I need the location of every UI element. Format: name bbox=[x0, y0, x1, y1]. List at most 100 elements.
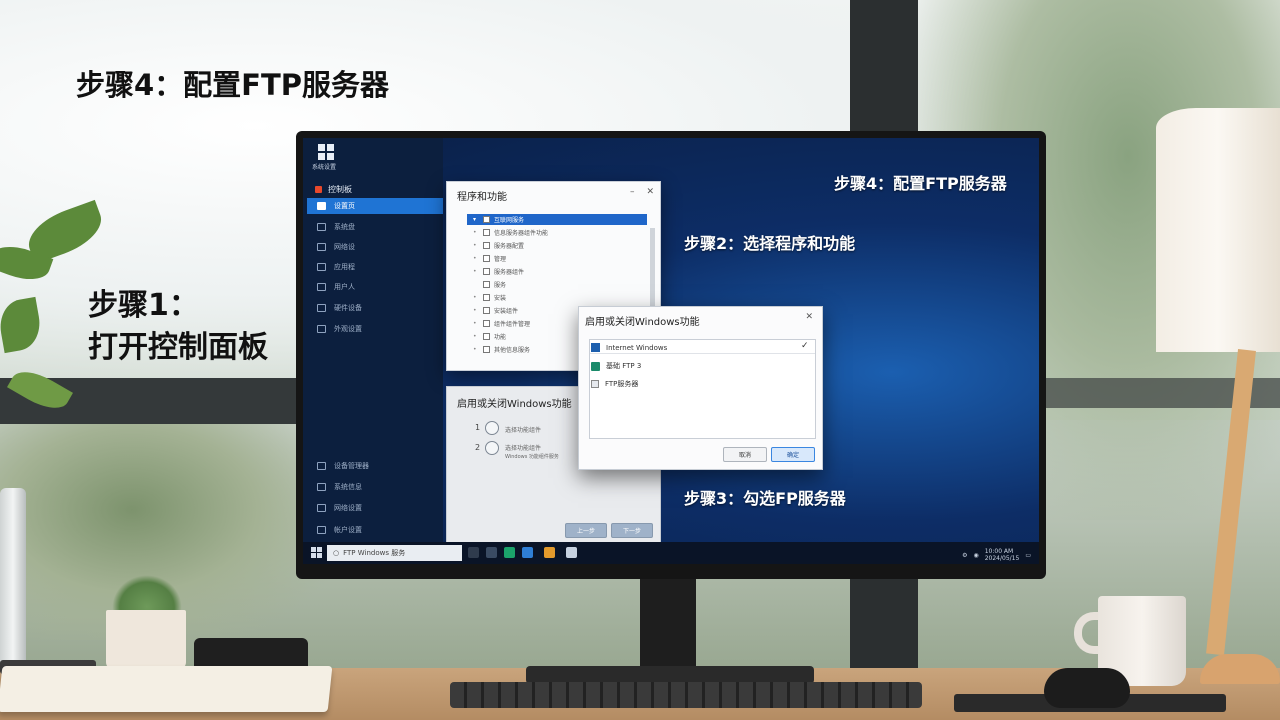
checkbox[interactable] bbox=[483, 333, 490, 340]
dialog-title: 程序和功能 bbox=[457, 192, 507, 203]
sidebar-item-network-settings[interactable]: 网络设置 bbox=[307, 500, 443, 516]
account-icon bbox=[317, 526, 326, 534]
checkbox[interactable] bbox=[483, 307, 490, 314]
tree-row[interactable]: ▾ 互联网服务 bbox=[473, 214, 524, 225]
tree-row[interactable]: • 管理 bbox=[473, 253, 506, 264]
tree-row-label: 其他信息服务 bbox=[494, 347, 531, 354]
tree-row[interactable]: • 信息服务器组件功能 bbox=[473, 227, 548, 238]
user-icon bbox=[317, 283, 326, 291]
lamp-shade bbox=[1156, 108, 1280, 352]
taskbar: ○ FTP Windows 服务 ⚙ ◉ 10:00 AM 2024/05/15… bbox=[303, 542, 1039, 564]
tree-row[interactable]: • 组件组件管理 bbox=[473, 318, 530, 329]
checkbox[interactable] bbox=[483, 346, 490, 353]
checkbox[interactable] bbox=[483, 216, 490, 223]
sidebar-header[interactable]: 控制板 bbox=[315, 184, 352, 195]
feature-label: FTP服务器 bbox=[605, 380, 639, 388]
screen-step4-label: 步骤4：配置FTP服务器 bbox=[834, 174, 1007, 193]
step1-heading-line2: 打开控制面板 bbox=[88, 330, 268, 365]
clock[interactable]: 10:00 AM 2024/05/15 bbox=[985, 548, 1020, 562]
windows-logo-icon bbox=[318, 144, 334, 160]
mouse bbox=[1044, 668, 1130, 708]
store-icon[interactable] bbox=[522, 547, 533, 558]
checkbox[interactable] bbox=[483, 255, 490, 262]
feature-row-ftp-base[interactable]: 基础 FTP 3 bbox=[591, 361, 641, 371]
step-radio[interactable] bbox=[485, 441, 499, 455]
checkbox[interactable] bbox=[483, 268, 490, 275]
network-icon bbox=[317, 243, 326, 251]
checkbox[interactable] bbox=[483, 281, 490, 288]
sidebar-item-system-info[interactable]: 系统信息 bbox=[307, 479, 443, 495]
task-view-icon[interactable] bbox=[468, 547, 479, 558]
sidebar-item-system[interactable]: 系统盘 bbox=[307, 219, 443, 235]
sidebar-item-user[interactable]: 用户人 bbox=[307, 279, 443, 295]
step-number: 2 bbox=[475, 443, 481, 452]
system-tray: ⚙ ◉ 10:00 AM 2024/05/15 ▭ bbox=[962, 548, 1031, 562]
close-icon[interactable]: ✕ bbox=[646, 187, 654, 197]
sidebar-item-label: 硬件设备 bbox=[334, 304, 362, 312]
checkbox[interactable] bbox=[483, 320, 490, 327]
feature-row-ftp-server[interactable]: FTP服务器 bbox=[591, 379, 638, 389]
sidebar-item-appearance[interactable]: 外观设置 bbox=[307, 321, 443, 337]
app-icon[interactable] bbox=[566, 547, 577, 558]
ftp-server-checkbox[interactable] bbox=[591, 380, 599, 388]
search-icon: ○ bbox=[333, 549, 340, 557]
sidebar-item-hardware[interactable]: 硬件设备 bbox=[307, 300, 443, 316]
tree-row[interactable]: • 服务器组件 bbox=[473, 266, 524, 277]
system-icon bbox=[317, 223, 326, 231]
feature-row-internet[interactable]: Internet Windows bbox=[591, 343, 667, 352]
step-radio[interactable] bbox=[485, 421, 499, 435]
sidebar-item-account[interactable]: 帐户设置 bbox=[307, 522, 443, 538]
dialog-title: 启用或关闭Windows功能 bbox=[585, 317, 700, 328]
sidebar-item-label: 外观设置 bbox=[334, 325, 362, 333]
tree-row[interactable]: • 安装 bbox=[473, 292, 506, 303]
next-button[interactable]: 下一步 bbox=[611, 523, 653, 538]
windows-wallpaper-logo bbox=[953, 400, 1039, 564]
open-book bbox=[0, 666, 333, 712]
sidebar-item-device-manager[interactable]: 设备管理器 bbox=[307, 458, 443, 474]
sidebar-item-label: 帐户设置 bbox=[334, 526, 362, 534]
ok-button[interactable]: 确定 bbox=[771, 447, 815, 462]
chevron-down-icon[interactable]: ✓ bbox=[801, 341, 809, 351]
home-icon bbox=[317, 202, 326, 210]
minimize-icon[interactable]: – bbox=[630, 187, 635, 197]
notification-icon[interactable]: ▭ bbox=[1025, 552, 1031, 559]
checkbox[interactable] bbox=[483, 294, 490, 301]
control-panel-sidebar: 系统设置 控制板 设置页 系统盘 网络设 应用程 用户人 硬件设备 外观设置 设… bbox=[303, 138, 443, 542]
taskbar-search[interactable]: ○ FTP Windows 服务 bbox=[327, 545, 462, 561]
tree-row-label: 安装 bbox=[494, 295, 507, 302]
close-icon[interactable]: ✕ bbox=[805, 312, 813, 322]
edge-icon[interactable] bbox=[504, 547, 515, 558]
internet-icon bbox=[591, 343, 600, 352]
tree-row[interactable]: • 功能 bbox=[473, 331, 506, 342]
tree-row[interactable]: • 其他信息服务 bbox=[473, 344, 530, 355]
sidebar-item-settings[interactable]: 设置页 bbox=[307, 198, 443, 214]
search-text: FTP Windows 服务 bbox=[343, 549, 406, 557]
vase bbox=[0, 488, 26, 663]
wifi-icon bbox=[317, 504, 326, 512]
step-label: 选择功能组件 bbox=[505, 427, 542, 434]
tree-row[interactable]: • 服务器配置 bbox=[473, 240, 524, 251]
step-sublabel: Windows 功能组件服务 bbox=[505, 454, 559, 460]
tree-row[interactable]: 服务 bbox=[473, 279, 506, 290]
checkbox[interactable] bbox=[483, 242, 490, 249]
tree-row[interactable]: • 安装组件 bbox=[473, 305, 518, 316]
sidebar-item-network[interactable]: 网络设 bbox=[307, 239, 443, 255]
tree-row-label: 组件组件管理 bbox=[494, 321, 531, 328]
checkbox[interactable] bbox=[483, 229, 490, 236]
keyboard bbox=[450, 682, 922, 708]
sidebar-item-label: 系统盘 bbox=[334, 223, 355, 231]
sidebar-item-label: 用户人 bbox=[334, 283, 355, 291]
info-icon bbox=[317, 483, 326, 491]
windows-features-dialog: 启用或关闭Windows功能 ✕ Internet Windows ✓ 基础 F… bbox=[578, 306, 823, 470]
monitor-stand bbox=[640, 576, 696, 674]
network-tray-icon[interactable]: ⚙ bbox=[962, 552, 967, 559]
volume-icon[interactable]: ◉ bbox=[973, 552, 978, 559]
cancel-button[interactable]: 取消 bbox=[723, 447, 767, 462]
folder-icon[interactable] bbox=[544, 547, 555, 558]
tree-row-label: 功能 bbox=[494, 334, 507, 341]
back-button[interactable]: 上一步 bbox=[565, 523, 607, 538]
control-panel-icon bbox=[315, 186, 322, 193]
sidebar-item-apps[interactable]: 应用程 bbox=[307, 259, 443, 275]
start-button[interactable] bbox=[311, 547, 322, 558]
explorer-icon[interactable] bbox=[486, 547, 497, 558]
